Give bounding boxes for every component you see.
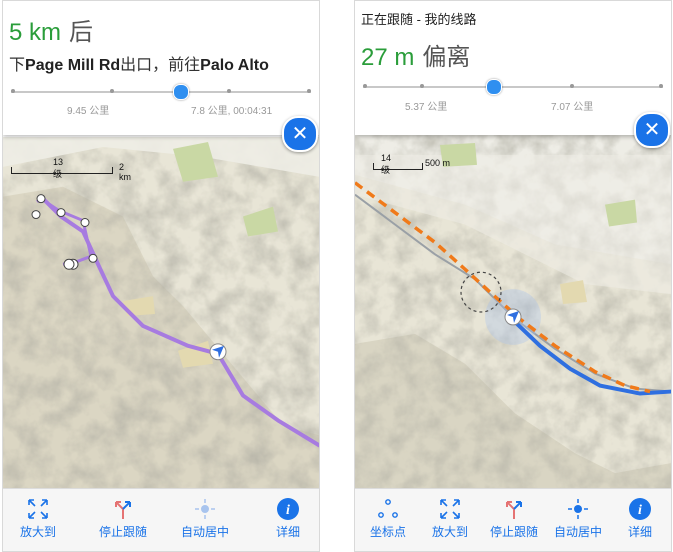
close-button[interactable]: ✕ (282, 116, 318, 152)
slider-tick (420, 84, 424, 88)
bottom-toolbar: 坐标点 放大到 停止跟随 自动居中 i 详细 (355, 488, 671, 551)
scale-distance: 2 km (119, 162, 131, 182)
instruction-destination: Palo Alto (200, 57, 269, 74)
route-progress-slider[interactable] (11, 84, 311, 100)
close-icon: ✕ (643, 119, 661, 141)
bottom-toolbar: 放大到 停止跟随 自动居中 i 详细 (3, 488, 319, 551)
instruction-road: Page Mill Rd (25, 57, 121, 74)
turn-instruction: 下Page Mill Rd出口，前往Palo Alto (9, 51, 269, 75)
details-label: 详细 (275, 525, 300, 539)
stop-follow-icon (506, 501, 522, 519)
svg-text:i: i (286, 503, 290, 518)
svg-text:i: i (638, 503, 642, 518)
details-button[interactable]: i 详细 (253, 497, 319, 540)
slider-tick (659, 84, 663, 88)
navigation-screen-1: 5 km 后 下Page Mill Rd出口，前往Palo Alto 9.45 公… (2, 0, 320, 552)
auto-center-label: 自动居中 (180, 525, 229, 539)
distance-value: 5 km (9, 19, 62, 46)
scale-distance: 500 m (425, 158, 451, 168)
slider-tick (110, 89, 114, 93)
hill-shading (3, 137, 319, 489)
map-view[interactable] (355, 135, 671, 489)
slider-left-label: 5.37 公里 (405, 102, 448, 113)
auto-center-label: 自动居中 (553, 525, 602, 539)
instruction-card: 5 km 后 下Page Mill Rd出口，前往Palo Alto 9.45 公… (3, 1, 319, 135)
stop-follow-label: 停止跟随 (98, 525, 147, 539)
zoom-fit-icon (28, 499, 48, 519)
slider-right-label: 7.07 公里 (551, 102, 594, 113)
distance-value: 27 m (361, 44, 415, 71)
info-icon: i (629, 498, 651, 520)
stop-follow-button[interactable]: 停止跟随 (479, 497, 549, 540)
details-button[interactable]: i 详细 (605, 497, 671, 540)
slider-left-label: 9.45 公里 (67, 106, 110, 117)
waypoints-button[interactable]: 坐标点 (355, 497, 423, 540)
auto-center-button[interactable]: 自动居中 (170, 497, 240, 540)
details-label: 详细 (627, 525, 652, 539)
map-canvas (3, 137, 319, 489)
zoom-to-button[interactable]: 放大到 (415, 497, 485, 540)
slider-tick (227, 89, 231, 93)
slider-tick (307, 89, 311, 93)
instruction-middle: 出口，前往 (120, 57, 201, 74)
tracking-title: 正在跟随 - 我的线路 (361, 12, 477, 27)
stop-follow-button[interactable]: 停止跟随 (88, 497, 158, 540)
town-area (560, 280, 587, 305)
zoom-level: 13 级 (53, 157, 64, 179)
route-progress-slider[interactable] (363, 79, 663, 95)
slider-right-label: 7.8 公里, 00:04:31 (191, 106, 273, 117)
zoom-level: 14 级 (381, 153, 392, 175)
slider-tick (570, 84, 574, 88)
slider-knob[interactable] (173, 84, 189, 100)
zoom-to-button[interactable]: 放大到 (3, 497, 73, 540)
waypoints-icon (378, 499, 398, 518)
close-icon: ✕ (291, 123, 309, 145)
distance-direction: 偏离 (422, 44, 471, 71)
map-canvas (355, 135, 671, 489)
next-turn-distance: 5 km 后 (9, 12, 93, 47)
zoom-to-label: 放大到 (19, 525, 56, 539)
map-view[interactable] (3, 137, 319, 489)
zoom-to-label: 放大到 (431, 525, 468, 539)
auto-center-icon (195, 499, 215, 519)
close-button[interactable]: ✕ (634, 112, 670, 148)
instruction-card: 正在跟随 - 我的线路 27 m 偏离 5.37 公里 7.07 公里 (355, 1, 671, 135)
slider-tick (363, 84, 367, 88)
slider-knob[interactable] (486, 79, 502, 95)
waypoints-label: 坐标点 (369, 525, 406, 539)
zoom-fit-icon (440, 499, 460, 519)
stop-follow-icon (115, 501, 131, 519)
stop-follow-label: 停止跟随 (489, 525, 538, 539)
off-route-distance: 27 m 偏离 (361, 37, 470, 72)
distance-direction: 后 (69, 19, 94, 46)
auto-center-button[interactable]: 自动居中 (543, 497, 613, 540)
instruction-prefix: 下 (9, 57, 26, 74)
slider-tick (11, 89, 15, 93)
navigation-screen-2: 正在跟随 - 我的线路 27 m 偏离 5.37 公里 7.07 公里 ✕ 14… (354, 0, 672, 552)
auto-center-icon (568, 499, 588, 519)
info-icon: i (277, 498, 299, 520)
